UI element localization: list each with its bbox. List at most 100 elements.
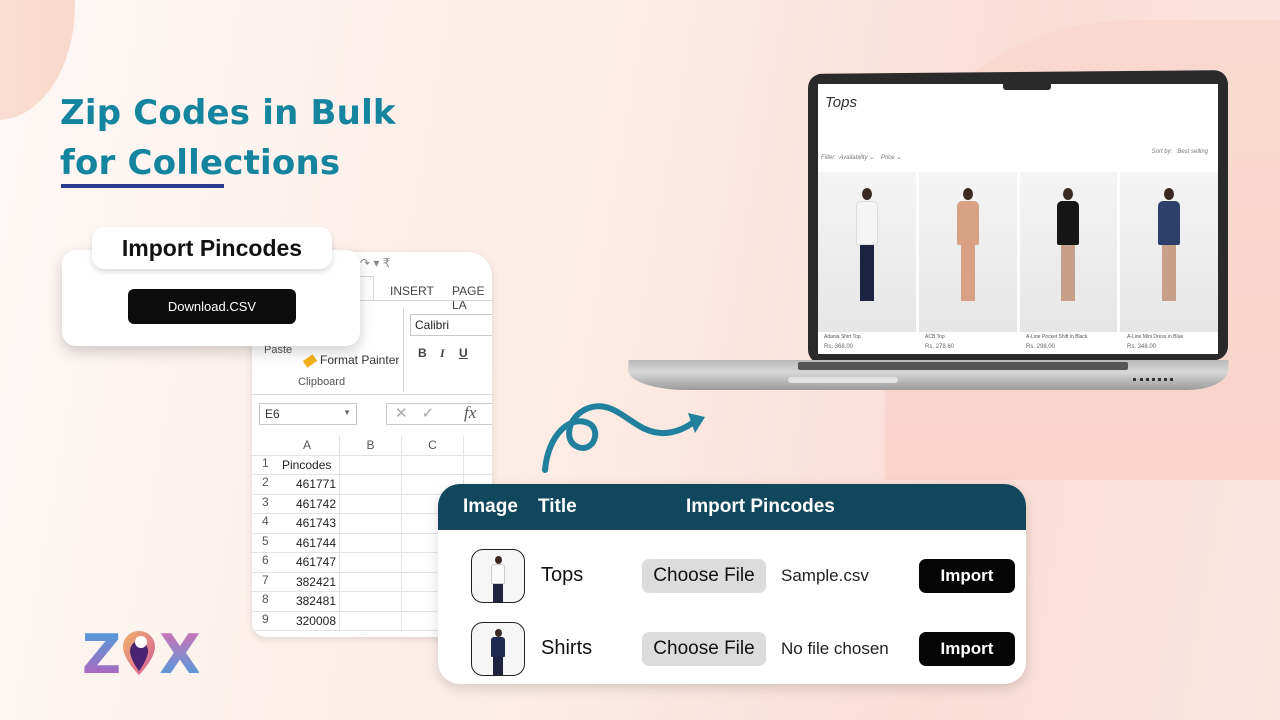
collection-title: Tops [825, 94, 857, 111]
row-header[interactable]: 7 [252, 572, 278, 591]
cell-a[interactable]: Pincodes [278, 455, 340, 474]
italic-button[interactable]: I [440, 346, 445, 361]
name-box[interactable]: E6 ▼ [259, 403, 357, 425]
cell-a[interactable]: 461744 [278, 533, 340, 552]
product-info[interactable]: A-Line Mini Dress in Blue Rs. 348.00 [1121, 334, 1218, 350]
cell-a[interactable]: 461742 [278, 494, 340, 513]
font-name-select[interactable]: Calibri [410, 314, 492, 336]
sort-control[interactable]: Sort by: Best selling [1152, 149, 1208, 155]
page-headline: Zip Codes in Bulk for Collections [60, 88, 396, 188]
laptop-ports [1133, 378, 1173, 382]
row-header[interactable]: 2 [252, 475, 278, 494]
product-info[interactable]: A-Line Pocket Shift in Black Rs. 298.00 [1020, 334, 1121, 350]
row-header[interactable]: 3 [252, 494, 278, 513]
check-icon[interactable]: ✓ [422, 405, 449, 422]
product-grid [818, 172, 1218, 332]
row-header[interactable]: 9 [252, 611, 278, 630]
product-price: Rs. 368.00 [824, 344, 854, 350]
location-pin-icon [123, 631, 156, 675]
product-name: A-Line Pocket Shift in Black [1026, 334, 1088, 340]
cell-a[interactable]: 461771 [278, 475, 340, 494]
model-figure [1158, 188, 1181, 301]
format-painter-button[interactable]: Format Painter [302, 353, 400, 368]
collections-import-table: Image Title Import Pincodes Tops Choose … [438, 484, 1026, 684]
cell-a[interactable]: 382421 [278, 572, 340, 591]
cell-b[interactable] [340, 611, 402, 630]
cancel-icon[interactable]: ✕ [395, 405, 422, 422]
product-card-image[interactable] [1120, 172, 1218, 332]
import-pincodes-title: Import Pincodes [92, 227, 332, 269]
collection-title: Shirts [541, 637, 593, 659]
import-button[interactable]: Import [919, 632, 1015, 666]
import-button[interactable]: Import [919, 559, 1015, 593]
laptop-mockup: Tops Filter: Availability ⌄ Price ⌄ Sort… [627, 70, 1229, 412]
tab-page-layout[interactable]: PAGE LA [452, 284, 492, 312]
filter-availability[interactable]: Availability ⌄ [839, 155, 874, 161]
chosen-file-name: Sample.csv [781, 566, 869, 585]
product-info-row: Adania Shirt Top Rs. 368.00 ACB Top Rs. 2… [818, 334, 1218, 350]
cell-b[interactable] [340, 553, 402, 572]
download-csv-button[interactable]: Download.CSV [128, 289, 296, 324]
collection-thumbnail [471, 622, 525, 676]
logo-letter-z: Z [82, 623, 121, 686]
clipboard-group-label: Clipboard [298, 376, 346, 388]
logo-letter-x: X [159, 623, 201, 686]
cell-b[interactable] [340, 572, 402, 591]
cell-b[interactable] [340, 533, 402, 552]
cell-b[interactable] [340, 514, 402, 533]
filter-price[interactable]: Price ⌄ [881, 155, 901, 161]
column-header-row: A B C [252, 436, 492, 456]
product-price: Rs. 278.60 [925, 344, 955, 350]
underline-button[interactable]: U [459, 346, 468, 360]
camera-notch [1003, 80, 1051, 90]
product-name: ACB Top [925, 334, 945, 340]
cell-c[interactable] [402, 455, 464, 474]
row-header[interactable]: 8 [252, 592, 278, 611]
product-card-image[interactable] [918, 172, 1017, 332]
column-header-c[interactable]: C [402, 436, 464, 455]
cell-a[interactable]: 320008 [278, 611, 340, 630]
product-card-image[interactable] [1019, 172, 1118, 332]
select-all-corner[interactable] [252, 436, 278, 455]
tab-insert[interactable]: INSERT [390, 284, 434, 298]
store-collection-page: Tops Filter: Availability ⌄ Price ⌄ Sort… [818, 84, 1218, 354]
filter-bar: Filter: Availability ⌄ Price ⌄ [821, 154, 901, 161]
column-header-b[interactable]: B [340, 436, 402, 455]
format-painter-label: Format Painter [320, 353, 400, 367]
model-figure [956, 188, 979, 301]
product-card-image[interactable] [818, 172, 916, 332]
table-header: Image Title Import Pincodes [438, 484, 1026, 530]
product-price: Rs. 298.00 [1026, 344, 1056, 350]
quick-access-toolbar[interactable]: ↷ ▾ ₹ [360, 256, 390, 270]
cell-b[interactable] [340, 475, 402, 494]
model-figure [855, 188, 878, 301]
cell-a[interactable]: 382481 [278, 592, 340, 611]
choose-file-button[interactable]: Choose File [642, 559, 766, 593]
ribbon-bottom-divider [252, 394, 492, 395]
product-price: Rs. 348.00 [1127, 344, 1157, 350]
product-info[interactable]: Adania Shirt Top Rs. 368.00 [818, 334, 919, 350]
cell-b[interactable] [340, 592, 402, 611]
sort-value: Best selling [1177, 149, 1208, 155]
bold-button[interactable]: B [418, 346, 427, 360]
row-header[interactable]: 4 [252, 514, 278, 533]
column-header-import: Import Pincodes [686, 496, 835, 517]
row-header[interactable]: 6 [252, 553, 278, 572]
fx-icon[interactable]: fx [464, 403, 476, 423]
zox-logo: Z X [82, 623, 201, 686]
headline-underline [61, 184, 224, 188]
ribbon-group-divider [403, 308, 404, 392]
choose-file-button[interactable]: Choose File [642, 632, 766, 666]
cell-b[interactable] [340, 494, 402, 513]
column-header-a[interactable]: A [278, 436, 340, 455]
product-name: Adania Shirt Top [824, 334, 861, 340]
cell-b[interactable] [340, 455, 402, 474]
chevron-down-icon: ▼ [343, 408, 351, 417]
cell-a[interactable]: 461743 [278, 514, 340, 533]
sort-label: Sort by: [1151, 149, 1173, 155]
row-header[interactable]: 1 [252, 455, 278, 474]
cell-a[interactable]: 461747 [278, 553, 340, 572]
row-header[interactable]: 5 [252, 533, 278, 552]
product-info[interactable]: ACB Top Rs. 278.60 [919, 334, 1020, 350]
table-row: Tops Choose File Sample.csv Import [438, 549, 1026, 605]
